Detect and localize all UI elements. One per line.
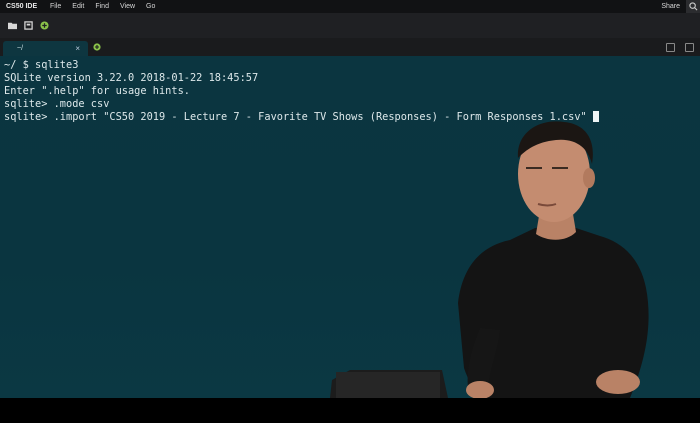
menu-go[interactable]: Go — [146, 0, 155, 13]
add-tab-icon[interactable] — [93, 43, 101, 51]
menu-bar: CS50 IDE File Edit Find View Go Share — [0, 0, 700, 13]
menu-edit[interactable]: Edit — [72, 0, 84, 13]
share-button[interactable]: Share — [661, 0, 680, 13]
restore-pane-icon[interactable] — [666, 43, 675, 52]
folder-icon[interactable] — [8, 21, 17, 30]
toolbar — [0, 13, 700, 39]
tab-terminal[interactable]: ~/ × — [3, 41, 88, 56]
maximize-pane-icon[interactable] — [685, 43, 694, 52]
app-name: CS50 IDE — [6, 3, 38, 10]
tab-close-button[interactable]: × — [75, 41, 80, 56]
new-file-icon[interactable] — [24, 21, 33, 30]
terminal-line: sqlite> .mode csv — [4, 98, 110, 110]
menu-view[interactable]: View — [120, 0, 135, 13]
tab-bar: ~/ × — [0, 38, 700, 56]
search-icon — [689, 2, 698, 11]
menu-find[interactable]: Find — [95, 0, 109, 13]
letterbox-bar — [0, 398, 700, 423]
tab-label: ~/ — [17, 45, 24, 52]
main-menu: File Edit Find View Go — [50, 0, 155, 13]
presenter-video — [330, 121, 649, 398]
terminal-line: Enter ".help" for usage hints. — [4, 85, 190, 97]
search-button[interactable] — [686, 0, 700, 13]
menu-file[interactable]: File — [50, 0, 61, 13]
terminal-line: SQLite version 3.22.0 2018-01-22 18:45:5… — [4, 72, 259, 84]
add-icon[interactable] — [40, 21, 49, 30]
terminal-line: ~/ $ sqlite3 — [4, 59, 79, 71]
pane-controls — [666, 43, 694, 52]
